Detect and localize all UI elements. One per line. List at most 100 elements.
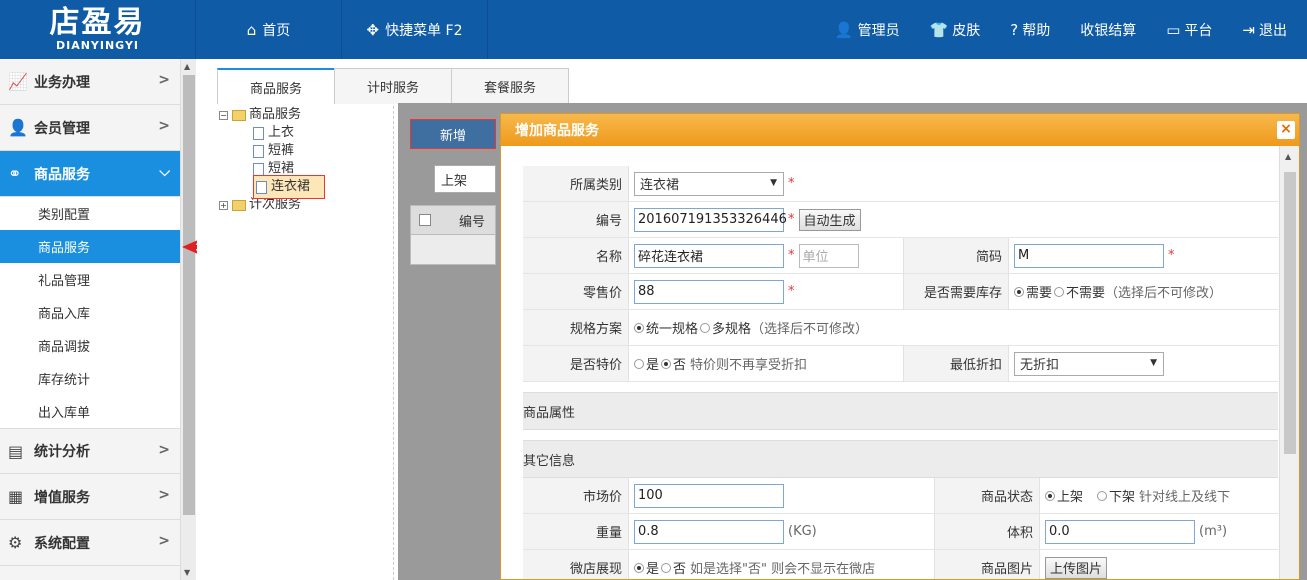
special-yes-radio[interactable] [634, 358, 644, 369]
sidebar-group-goods[interactable]: ⚭ 商品服务 ⌵ [0, 151, 180, 197]
new-button[interactable]: 新增 [410, 119, 496, 149]
dialog-scrollbar[interactable]: ▲ [1279, 146, 1299, 579]
sidebar-item-gifts[interactable]: 礼品管理 [0, 263, 180, 296]
tree-label: 上衣 [268, 125, 295, 140]
help-button[interactable]: ? 帮助 [1010, 20, 1050, 40]
upload-image-button[interactable]: 上传图片 [1045, 556, 1108, 579]
logout-icon: ⇥ [1242, 20, 1255, 39]
tree-node-root[interactable]: − 商品服务 [219, 106, 325, 124]
skin-button[interactable]: 👕 皮肤 [930, 20, 981, 40]
expand-icon[interactable]: + [219, 200, 228, 210]
select-all-checkbox[interactable] [419, 214, 431, 226]
row-category: 所属类别 连衣裙 ▼ * [523, 166, 1278, 202]
price-cell: 88 * [629, 274, 903, 309]
sidebar-group-value-added[interactable]: ▦ 增值服务 > [0, 474, 180, 520]
tree-node-shorts[interactable]: 短裤 [219, 142, 325, 160]
goods-form: 所属类别 连衣裙 ▼ * 编号 201607191353326446 * 自动生… [523, 166, 1278, 579]
stock-noneed-radio[interactable] [1054, 286, 1065, 297]
category-select[interactable]: 连衣裙 ▼ [634, 171, 784, 196]
unit-input[interactable]: 单位 [798, 243, 859, 268]
scroll-up-icon[interactable]: ▲ [184, 62, 190, 71]
short-code-label: 简码 [903, 238, 1009, 273]
scroll-thumb[interactable] [183, 75, 195, 515]
spec-label: 规格方案 [523, 310, 629, 345]
chevron-right-icon: > [158, 442, 170, 458]
sidebar-item-stock-in[interactable]: 商品入库 [0, 296, 180, 329]
spec-single-radio[interactable] [634, 322, 644, 333]
tree-label: 商品服务 [249, 107, 302, 122]
sidebar-item-category[interactable]: 类别配置 [0, 197, 180, 230]
sidebar-group-members[interactable]: 👤 会员管理 > [0, 105, 180, 151]
sidebar-item-goods[interactable]: 商品服务 [0, 230, 180, 263]
scroll-down-icon[interactable]: ▼ [184, 568, 190, 577]
shelf-filter-select[interactable]: 上架 [434, 165, 496, 193]
weight-input[interactable]: 0.8 [634, 519, 784, 544]
min-discount-label: 最低折扣 [903, 346, 1009, 381]
required-mark: * [788, 284, 795, 299]
top-right-menu: 👤 管理员 👕 皮肤 ? 帮助 收银结算 ▭ 平台 ⇥ 退出 [805, 0, 1307, 59]
volume-input[interactable]: 0.0 [1045, 519, 1195, 544]
tab-bar: 商品服务 计时服务 套餐服务 [217, 68, 569, 104]
admin-label: 管理员 [857, 22, 900, 39]
document-icon [256, 180, 267, 194]
stock-need-radio[interactable] [1014, 286, 1024, 297]
sidebar-item-stock-stats[interactable]: 库存统计 [0, 362, 180, 395]
map-icon: ▦ [8, 487, 24, 506]
scroll-up-icon[interactable]: ▲ [1285, 152, 1291, 161]
sidebar-item-stock-orders[interactable]: 出入库单 [0, 395, 180, 428]
volume-cell: 0.0 (m³) [1040, 514, 1227, 549]
tree-node-top[interactable]: 上衣 [219, 124, 325, 142]
code-input[interactable]: 201607191353326446 [634, 207, 787, 232]
close-icon[interactable]: × [1277, 121, 1295, 139]
special-no-label: 否 [673, 358, 687, 373]
price-label: 零售价 [523, 274, 629, 309]
top-bar: 店盈易 DIANYINGYI ⌂ 首页 ✥ 快捷菜单 F2 👤 管理员 👕 皮肤 ?… [0, 0, 1307, 59]
tree-label: 连衣裙 [271, 179, 311, 194]
checkout-button[interactable]: 收银结算 [1080, 20, 1136, 40]
tree-node-dress[interactable]: 连衣裙 [219, 175, 326, 199]
group-label: 增值服务 [34, 489, 90, 506]
quick-menu-button[interactable]: ✥ 快捷菜单 F2 [342, 0, 488, 59]
stock-noneed-label: 不需要 [1066, 286, 1106, 301]
required-mark: * [788, 212, 795, 227]
caret-down-icon: ▼ [1150, 357, 1157, 368]
special-label: 是否特价 [523, 346, 629, 381]
sidebar-scrollbar[interactable]: ▲ ▼ [180, 59, 196, 580]
min-discount-value: 无折扣 [1020, 358, 1060, 373]
admin-button[interactable]: 👤 管理员 [835, 20, 900, 40]
group-label: 系统配置 [34, 535, 90, 552]
auto-generate-button[interactable]: 自动生成 [798, 208, 861, 231]
tab-goods[interactable]: 商品服务 [217, 68, 335, 104]
sidebar-group-system[interactable]: ⚙ 系统配置 > [0, 520, 180, 566]
market-price-input[interactable]: 100 [634, 483, 784, 508]
special-no-radio[interactable] [661, 358, 672, 369]
chart-icon: 📈 [8, 72, 28, 91]
name-input[interactable]: 碎花连衣裙 [634, 243, 784, 268]
tab-package[interactable]: 套餐服务 [451, 68, 569, 104]
chevron-down-icon: ⌵ [159, 164, 170, 180]
tab-timed[interactable]: 计时服务 [334, 68, 452, 104]
spec-multi-radio[interactable] [700, 322, 711, 333]
microstore-yes-radio[interactable] [634, 562, 644, 573]
sidebar-group-business[interactable]: 📈 业务办理 > [0, 59, 180, 105]
chevron-right-icon: > [158, 72, 170, 88]
min-discount-select[interactable]: 无折扣 ▼ [1014, 351, 1164, 376]
microstore-no-radio[interactable] [661, 562, 672, 573]
spec-note: （选择后不可修改） [751, 322, 869, 337]
logout-button[interactable]: ⇥ 退出 [1242, 20, 1287, 40]
sidebar-group-stats[interactable]: ▤ 统计分析 > [0, 428, 180, 474]
sidebar-item-transfer[interactable]: 商品调拔 [0, 329, 180, 362]
short-code-input[interactable]: M [1014, 243, 1164, 268]
short-code-cell: M * [1009, 238, 1175, 273]
tree-selected[interactable]: 连衣裙 [253, 175, 326, 199]
status-off-radio[interactable] [1097, 490, 1108, 501]
home-button[interactable]: ⌂ 首页 [196, 0, 342, 59]
scroll-thumb[interactable] [1284, 172, 1296, 454]
collapse-icon[interactable]: − [219, 110, 228, 120]
status-on-radio[interactable] [1045, 490, 1055, 501]
min-discount-cell: 无折扣 ▼ [1009, 346, 1164, 381]
tshirt-icon: 👕 [929, 20, 949, 39]
microstore-no-label: 否 [673, 562, 687, 577]
platform-button[interactable]: ▭ 平台 [1166, 20, 1212, 40]
price-input[interactable]: 88 [634, 279, 784, 304]
